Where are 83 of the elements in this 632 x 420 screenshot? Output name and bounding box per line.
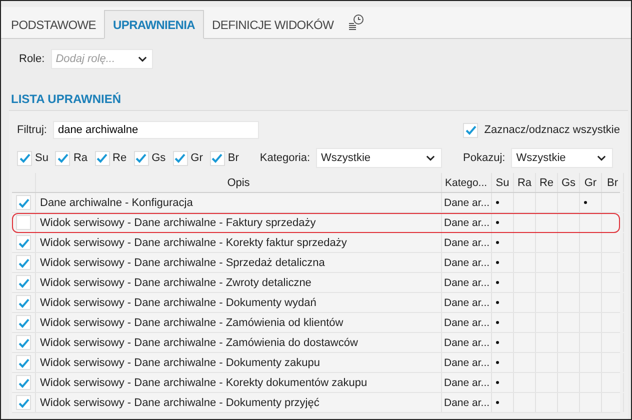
table-cell: Widok serwisowy - Dane archiwalne - Zamówienia od klientów — [36, 313, 442, 332]
checkbox[interactable] — [463, 122, 478, 138]
history-icon[interactable] — [348, 14, 364, 30]
flag-label: Ra — [73, 152, 88, 164]
column-header[interactable]: Opis — [36, 173, 442, 192]
column-header[interactable]: Br — [602, 173, 624, 192]
chevron-down-icon — [138, 56, 147, 62]
table-cell: Dane ar... — [442, 393, 492, 412]
table-cell: Dane ar... — [442, 373, 492, 392]
dot-icon — [584, 201, 587, 204]
table-cell: Dane ar... — [442, 253, 492, 272]
checkbox[interactable] — [16, 235, 31, 250]
filter-label: Filtruj: — [17, 124, 47, 136]
checkbox[interactable] — [134, 150, 149, 166]
checkbox[interactable] — [172, 150, 188, 166]
checkbox[interactable] — [16, 215, 31, 230]
show-dropdown[interactable]: Wszystkie — [511, 148, 614, 168]
checkbox[interactable] — [55, 150, 70, 166]
role-dropdown[interactable]: Dodaj rolę... — [50, 49, 153, 69]
table-cell: Widok serwisowy - Dane archiwalne - Sprzedaż detaliczna — [36, 253, 442, 272]
flag-label: Br — [228, 152, 239, 164]
flag-label: Gs — [152, 152, 166, 164]
table-cell: Widok serwisowy - Dane archiwalne - Dokumenty przyjęć — [36, 393, 442, 412]
checkbox[interactable] — [17, 150, 32, 166]
dot-icon — [496, 281, 499, 284]
table-cell: Dane ar... — [442, 213, 492, 232]
dot-icon — [496, 241, 499, 244]
flag-label: Re — [112, 152, 127, 164]
dot-icon — [496, 341, 499, 344]
filter-field[interactable]: dane archiwalne — [52, 121, 259, 139]
checkbox[interactable] — [16, 295, 31, 310]
dot-icon — [496, 301, 499, 304]
dot-icon — [496, 401, 499, 404]
table-cell: Widok serwisowy - Dane archiwalne - Zamówienia do dostawców — [36, 333, 442, 352]
chevron-down-icon — [426, 155, 436, 161]
section-title: LISTA UPRAWNIEŃ — [11, 92, 122, 106]
dot-icon — [496, 361, 499, 364]
checkbox[interactable] — [16, 315, 31, 330]
category-label: Kategoria: — [260, 152, 310, 164]
table-cell: Widok serwisowy - Dane archiwalne - Faktury sprzedaży — [36, 213, 442, 232]
column-header[interactable]: Su — [492, 173, 514, 192]
dot-icon — [496, 261, 499, 264]
column-header[interactable]: Gs — [558, 173, 580, 192]
dot-icon — [496, 221, 499, 224]
table-cell: Dane ar... — [442, 233, 492, 252]
table-cell: Widok serwisowy - Dane archiwalne - Dokumenty wydań — [36, 293, 442, 312]
dot-icon — [496, 321, 499, 324]
show-label: Pokazuj: — [463, 152, 506, 164]
dot-icon — [496, 201, 499, 204]
table-cell: Widok serwisowy - Dane archiwalne - Korekty dokumentów zakupu — [36, 373, 442, 392]
table-cell: Widok serwisowy - Dane archiwalne - Zwroty detaliczne — [36, 273, 442, 292]
checkbox[interactable] — [16, 355, 31, 370]
flag-label: Gr — [190, 152, 203, 164]
table-cell: Dane ar... — [442, 353, 492, 372]
column-header[interactable]: Katego... — [442, 173, 492, 192]
tab[interactable]: DEFINICJE WIDOKÓW — [204, 11, 342, 38]
column-header[interactable]: Re — [536, 173, 558, 192]
tab[interactable]: PODSTAWOWE — [3, 11, 104, 38]
dot-icon — [496, 381, 499, 384]
table-cell: Dane archiwalne - Konfiguracja — [36, 193, 442, 212]
category-dropdown[interactable]: Wszystkie — [316, 148, 442, 168]
table-cell: Widok serwisowy - Dane archiwalne - Korekty faktur sprzedaży — [36, 233, 442, 252]
checkbox[interactable] — [16, 395, 31, 410]
chevron-down-icon — [597, 155, 606, 161]
checkbox[interactable] — [94, 150, 110, 166]
checkbox[interactable] — [16, 195, 31, 210]
table-cell: Dane ar... — [442, 333, 492, 352]
table-cell: Dane ar... — [442, 293, 492, 312]
table-cell: Dane ar... — [442, 193, 492, 212]
table-cell: Widok serwisowy - Dane archiwalne - Dokumenty zakupu — [36, 353, 442, 372]
checkbox[interactable] — [16, 375, 31, 390]
select-all-label: Zaznacz/odznacz wszystkie — [484, 124, 620, 136]
column-header[interactable]: Gr — [580, 173, 602, 192]
table-cell: Dane ar... — [442, 313, 492, 332]
checkbox[interactable] — [16, 275, 31, 290]
column-header[interactable]: Ra — [514, 173, 536, 192]
checkbox[interactable] — [16, 335, 31, 350]
tab[interactable]: UPRAWNIENIA — [104, 10, 204, 39]
table-cell: Dane ar... — [442, 273, 492, 292]
flag-label: Su — [35, 152, 48, 164]
checkbox[interactable] — [16, 255, 31, 270]
role-label: Role: — [19, 53, 45, 65]
checkbox[interactable] — [210, 150, 225, 166]
